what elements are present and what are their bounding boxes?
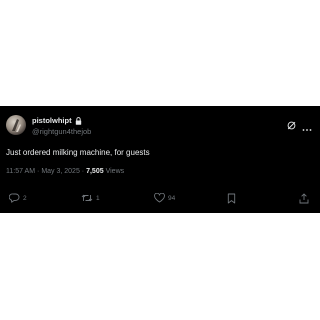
views-count: 7,505 xyxy=(86,168,104,175)
bookmark-button[interactable] xyxy=(227,193,236,204)
meta-separator: · xyxy=(37,168,40,175)
heart-icon xyxy=(154,193,165,203)
avatar[interactable] xyxy=(6,115,26,135)
repost-count: 1 xyxy=(96,194,100,202)
tweet-time[interactable]: 11:57 AM xyxy=(6,168,35,175)
tweet-date[interactable]: May 3, 2025 xyxy=(41,168,80,175)
like-button[interactable]: 94 xyxy=(154,193,175,203)
tweet-text: Just ordered milking machine, for guests xyxy=(6,148,150,157)
display-name[interactable]: pistolwhipt xyxy=(32,116,72,125)
lock-icon xyxy=(75,116,82,125)
grok-icon[interactable] xyxy=(287,117,296,130)
bookmark-icon xyxy=(227,193,236,204)
repost-button[interactable]: 1 xyxy=(81,193,100,203)
repost-icon xyxy=(81,194,93,202)
share-button[interactable] xyxy=(299,193,309,204)
reply-button[interactable]: 2 xyxy=(9,193,27,203)
author-handle[interactable]: @rightgun4thejob xyxy=(32,127,91,136)
author-name-row[interactable]: pistolwhipt xyxy=(32,116,82,125)
share-icon xyxy=(299,193,309,204)
views-label: Views xyxy=(105,168,125,175)
tweet-meta: 11:57 AM · May 3, 2025 · 7,505 Views xyxy=(6,168,124,175)
like-count: 94 xyxy=(168,194,176,202)
action-bar: 2 1 94 xyxy=(0,193,320,207)
more-icon[interactable] xyxy=(302,119,312,131)
reply-count: 2 xyxy=(23,194,27,202)
tweet-card: pistolwhipt @rightgun4thejob Just ordere… xyxy=(0,106,320,213)
reply-icon xyxy=(9,193,20,203)
meta-separator: · xyxy=(81,168,85,175)
